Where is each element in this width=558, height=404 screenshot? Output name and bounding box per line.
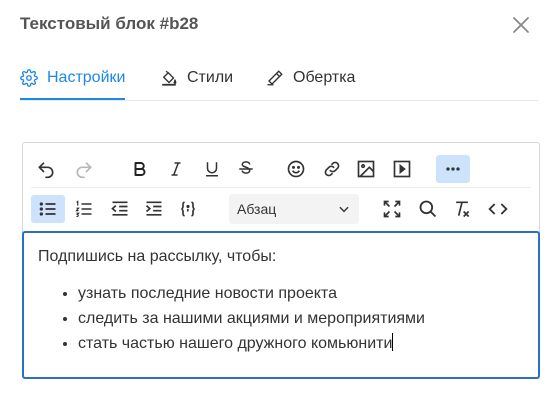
image-icon [357,160,375,178]
format-select-value: Абзац [237,201,277,217]
more-icon [446,167,460,171]
numbered-list-icon [75,200,92,217]
bullet-list-button[interactable] [31,195,65,223]
underline-button[interactable] [197,155,227,183]
italic-button[interactable] [161,155,191,183]
undo-button[interactable] [31,155,61,183]
tab-settings-label: Настройки [47,69,126,86]
tab-styles-label: Стили [187,69,234,86]
outdent-button[interactable] [105,195,135,223]
more-button[interactable] [436,155,470,183]
tab-styles[interactable]: Стили [160,58,233,98]
fullscreen-button[interactable] [377,195,407,223]
text-caret [392,333,394,351]
underline-icon [206,162,218,177]
clear-format-button[interactable] [447,195,477,223]
link-button[interactable] [317,155,347,183]
gear-icon [20,69,38,87]
list-item-text: стать частью нашего дружного комьюнити [78,335,393,352]
search-button[interactable] [413,195,443,223]
link-icon [324,161,340,177]
content-intro: Подпишись на рассылку, чтобы: [38,248,277,265]
fullscreen-icon [383,200,401,218]
strikethrough-button[interactable] [231,155,261,183]
italic-icon [171,162,181,176]
code-braces-icon [181,201,195,217]
search-icon [419,200,437,218]
toolbar-row-2: Абзац [31,191,531,225]
list-item: стать частью нашего дружного комьюнити [78,331,524,356]
list-item: следить за нашими акциями и мероприятиям… [78,306,524,331]
outdent-icon [111,201,128,216]
redo-icon [76,162,92,179]
close-icon [513,17,529,33]
bold-icon [134,162,146,176]
content-list: узнать последние новости проекта следить… [38,281,524,356]
clear-format-icon [456,201,470,218]
media-icon [393,160,411,178]
toolbar-row-1 [31,151,531,188]
code-braces-button[interactable] [173,195,203,223]
bold-button[interactable] [125,155,155,183]
media-button[interactable] [387,155,417,183]
tab-wrapper[interactable]: Обертка [266,58,355,98]
chevron-down-icon [339,206,349,213]
list-item: узнать последние новости проекта [78,281,524,306]
source-code-icon [488,203,508,215]
indent-button[interactable] [139,195,169,223]
rich-text-editor: Абзац Подпишись на рассылку, чтобы: узна… [22,142,540,379]
close-button[interactable] [508,12,534,38]
redo-button[interactable] [69,155,99,183]
emoji-button[interactable] [281,155,311,183]
tab-wrapper-label: Обертка [293,69,356,86]
dialog-title: Текстовый блок #b28 [20,14,199,33]
strikethrough-icon [239,161,253,174]
tab-bar: Настройки Стили Обертка [20,58,538,101]
image-button[interactable] [351,155,381,183]
source-code-button[interactable] [483,195,513,223]
emoji-icon [287,160,305,178]
brush-icon [267,70,283,86]
editor-content[interactable]: Подпишись на рассылку, чтобы: узнать пос… [22,231,540,379]
bullet-list-icon [39,202,56,216]
paint-bucket-icon [162,70,177,86]
undo-icon [38,162,54,179]
indent-icon [145,201,162,216]
format-select[interactable]: Абзац [229,194,359,224]
numbered-list-button[interactable] [69,195,99,223]
tab-settings[interactable]: Настройки [20,58,126,100]
